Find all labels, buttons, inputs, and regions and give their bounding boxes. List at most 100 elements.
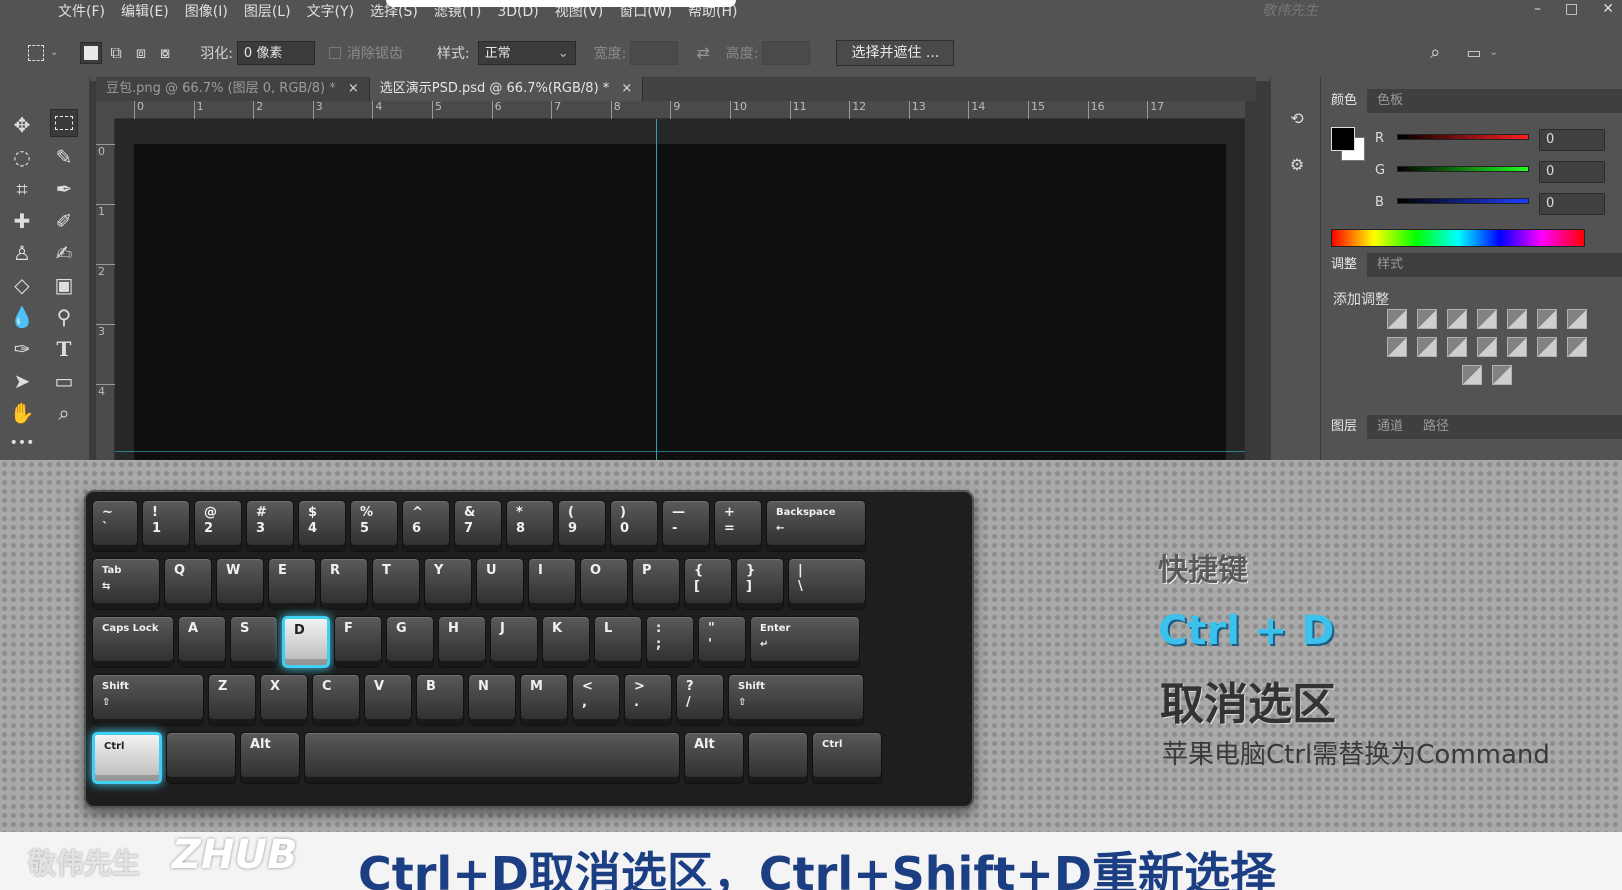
tab-doubao[interactable]: 豆包.png @ 66.7% (图层 0, RGB/8) * × (96, 77, 370, 101)
color-spectrum[interactable] (1331, 229, 1585, 247)
vertical-ruler[interactable]: 0 1 2 3 4 (96, 119, 115, 460)
subtract-selection-icon[interactable]: ⧈ (136, 43, 146, 63)
menu-item[interactable]: 编辑(E) (113, 0, 177, 24)
maximize-icon[interactable]: □ (1565, 0, 1578, 18)
blue-slider[interactable]: B 0 (1375, 193, 1615, 219)
intersect-selection-icon[interactable]: ⧇ (160, 43, 170, 63)
adjustment-icon[interactable] (1387, 337, 1407, 357)
healing-brush-tool-icon[interactable]: ✚ (8, 207, 36, 235)
crop-tool-icon[interactable]: ⌗ (8, 175, 36, 203)
document-canvas[interactable] (134, 144, 1226, 460)
properties-icon[interactable]: ⚙ (1286, 155, 1308, 177)
minimize-icon[interactable]: – (1534, 0, 1541, 18)
blue-value-input[interactable]: 0 (1539, 193, 1605, 215)
more-tools-icon[interactable]: ••• (8, 429, 36, 457)
horizontal-ruler[interactable]: 0 1 2 3 4 5 6 7 8 9 10 11 12 13 14 15 16 17 (115, 101, 1245, 119)
blue-label: B (1375, 195, 1384, 210)
adjustment-icon[interactable] (1447, 337, 1467, 357)
history-icon[interactable]: ⟲ (1286, 109, 1308, 131)
adjustment-icon[interactable] (1447, 309, 1467, 329)
stamp-tool-icon[interactable]: ♙ (8, 239, 36, 267)
chevron-down-icon[interactable]: ⌄ (1490, 47, 1498, 58)
brush-tool-icon[interactable]: ✐ (50, 207, 78, 235)
search-icon[interactable]: ⌕ (1430, 42, 1440, 63)
close-icon[interactable]: ✕ (1602, 0, 1614, 18)
hand-tool-icon[interactable]: ✋ (8, 399, 36, 427)
canvas-area[interactable] (115, 119, 1245, 460)
lasso-tool-icon[interactable]: ◌ (8, 143, 36, 171)
dodge-tool-icon[interactable]: ⚲ (50, 303, 78, 331)
tab-close-icon[interactable]: × (621, 81, 632, 96)
key-ctrl: Ctrl (92, 732, 162, 784)
tab-swatches[interactable]: 色板 (1367, 89, 1413, 113)
overlay-cover (386, 0, 736, 7)
adjustment-icon[interactable] (1477, 337, 1497, 357)
height-input[interactable] (762, 40, 811, 65)
adjustment-icon[interactable] (1417, 309, 1437, 329)
menu-item[interactable]: 图像(I) (177, 0, 236, 24)
feather-input[interactable]: 0 像素 (236, 40, 315, 65)
tab-paths[interactable]: 路径 (1413, 415, 1459, 439)
history-brush-tool-icon[interactable]: ✍ (50, 239, 78, 267)
menu-item[interactable]: 文件(F) (50, 0, 113, 24)
rectangle-tool-icon[interactable]: ▭ (50, 367, 78, 395)
adjustment-icon[interactable] (1537, 337, 1557, 357)
tab-selection-demo[interactable]: 选区演示PSD.psd @ 66.7%(RGB/8) * × (369, 77, 644, 101)
tab-color[interactable]: 颜色 (1321, 89, 1368, 113)
tab-adjustments[interactable]: 调整 (1321, 253, 1368, 277)
path-select-tool-icon[interactable]: ➤ (8, 367, 36, 395)
green-value-input[interactable]: 0 (1539, 161, 1605, 183)
eraser-tool-icon[interactable]: ◇ (8, 271, 36, 299)
antialias-checkbox[interactable] (328, 46, 341, 59)
adjustment-icon[interactable] (1387, 309, 1407, 329)
ruler-tick-label: 3 (96, 324, 115, 339)
adjustment-icon[interactable] (1537, 309, 1557, 329)
green-track[interactable] (1397, 166, 1529, 172)
move-tool-icon[interactable]: ✥ (8, 111, 36, 139)
quick-select-tool-icon[interactable]: ✎ (50, 143, 78, 171)
key-symbol: | \ (788, 558, 866, 610)
tab-layers[interactable]: 图层 (1321, 415, 1368, 439)
blue-track[interactable] (1397, 198, 1529, 204)
adjustment-icon[interactable] (1462, 365, 1482, 385)
red-track[interactable] (1397, 134, 1529, 140)
pen-tool-icon[interactable]: ✑ (8, 335, 36, 363)
style-select[interactable]: 正常 ⌄ (477, 40, 576, 65)
vertical-guide[interactable] (656, 119, 657, 460)
swap-icon[interactable]: ⇄ (696, 43, 709, 62)
foreground-color-swatch[interactable] (1331, 127, 1355, 151)
blur-tool-icon[interactable]: 💧 (8, 303, 36, 331)
horizontal-guide[interactable] (115, 451, 1245, 452)
green-slider[interactable]: G 0 (1375, 161, 1615, 187)
workspace-icon[interactable]: ▭ (1466, 43, 1481, 62)
adjustment-icon[interactable] (1492, 365, 1512, 385)
layers-panel-tabs: 图层 通道 路径 (1321, 415, 1622, 439)
adjustment-icon[interactable] (1507, 337, 1527, 357)
key-symbol: Backspace ← (766, 500, 866, 552)
adjustment-icon[interactable] (1567, 337, 1587, 357)
zoom-tool-icon[interactable]: ⌕ (50, 399, 78, 427)
chevron-down-icon[interactable]: ⌄ (50, 47, 58, 58)
new-selection-button[interactable] (80, 41, 103, 64)
ruler-tick-label: 16 (1087, 101, 1105, 119)
menu-item[interactable]: 文字(Y) (299, 0, 362, 24)
key-blank (304, 732, 680, 784)
adjustment-icon[interactable] (1417, 337, 1437, 357)
add-selection-icon[interactable]: ⧉ (110, 43, 121, 63)
red-value-input[interactable]: 0 (1539, 129, 1605, 151)
type-tool-icon[interactable]: T (50, 335, 78, 363)
adjustment-icon[interactable] (1477, 309, 1497, 329)
red-slider[interactable]: R 0 (1375, 129, 1615, 155)
gradient-tool-icon[interactable]: ▣ (50, 271, 78, 299)
tab-close-icon[interactable]: × (348, 81, 359, 96)
menu-item[interactable]: 图层(L) (236, 0, 299, 24)
adjustment-icon[interactable] (1507, 309, 1527, 329)
select-and-mask-button[interactable]: 选择并遮住 ... (836, 39, 955, 66)
width-input[interactable] (630, 40, 679, 65)
rect-marquee-tool-icon[interactable] (50, 109, 78, 137)
adjustment-icon[interactable] (1567, 309, 1587, 329)
marquee-preset-icon[interactable] (28, 44, 44, 61)
tab-styles[interactable]: 样式 (1367, 253, 1413, 277)
eyedropper-tool-icon[interactable]: ✒ (50, 175, 78, 203)
tab-channels[interactable]: 通道 (1367, 415, 1413, 439)
